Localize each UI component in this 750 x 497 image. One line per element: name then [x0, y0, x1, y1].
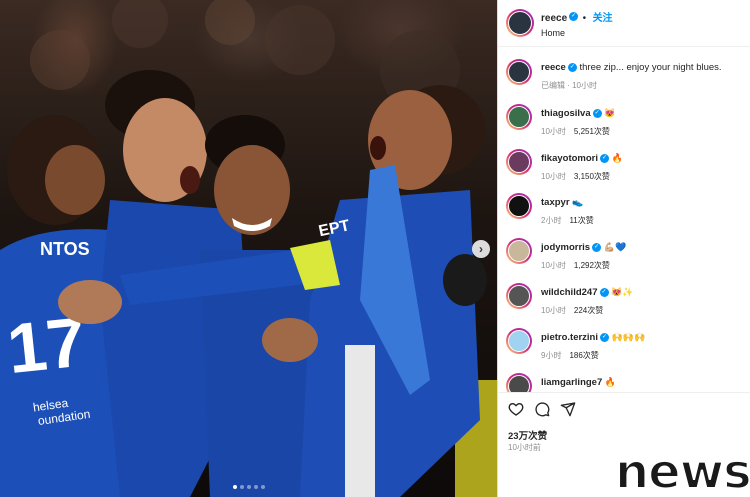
avatar-image [508, 374, 530, 392]
comment-item: taxpyr 👟 2小时 11次赞 [498, 189, 750, 234]
comment-text: 😻 [604, 107, 616, 118]
likes-count[interactable]: 23万次赞 [508, 428, 547, 442]
comment-username[interactable]: wildchild247 [541, 287, 598, 298]
comment-text: 🔥 [604, 376, 617, 387]
heart-icon[interactable] [508, 401, 524, 417]
action-bar [498, 392, 750, 424]
avatar[interactable] [506, 238, 532, 265]
post-photo[interactable]: 17 NTOS EPT helsea oundation › [0, 0, 497, 497]
follow-button[interactable]: 关注 [593, 13, 613, 24]
avatar-image [508, 195, 530, 218]
comment-username[interactable]: jodymorris [541, 242, 590, 253]
svg-text:NTOS: NTOS [40, 239, 90, 259]
comment-text: 🙌🙌🙌 [611, 331, 646, 342]
avatar[interactable] [506, 372, 532, 392]
comment-likes[interactable]: 186次赞 [569, 351, 598, 360]
post-side-panel: reece ✓ • 关注 Home reece ✓ three zip... enj… [497, 0, 750, 497]
carousel-dot[interactable] [232, 485, 237, 489]
comment-item: pietro.terzini ✓ 🙌🙌🙌 9小时 186次赞 [498, 324, 750, 369]
post-header: reece ✓ • 关注 Home [498, 0, 750, 47]
separator-dot: • [582, 13, 587, 24]
caption-meta: 已编辑 · 10小时 [541, 81, 598, 90]
avatar[interactable] [506, 9, 534, 37]
comment-time: 10小时 [541, 261, 566, 271]
comment-item: jodymorris ✓ 💪🏼💙 10小时 1,292次赞 [498, 234, 750, 279]
verified-badge-icon: ✓ [600, 153, 610, 163]
verified-badge-icon: ✓ [600, 332, 610, 342]
comment-username[interactable]: thiagosilva [541, 108, 591, 119]
verified-badge-icon: ✓ [592, 108, 602, 118]
carousel-dot[interactable] [260, 485, 265, 489]
avatar[interactable] [506, 193, 532, 220]
avatar-image [508, 329, 530, 352]
avatar[interactable] [506, 327, 532, 354]
paper-plane-icon[interactable] [560, 401, 576, 417]
comment-time: 10小时 [541, 305, 566, 315]
comment-icon[interactable] [534, 401, 550, 417]
comment-time: 10小时 [541, 171, 566, 181]
caption: reece ✓ three zip... enjoy your night blu… [498, 55, 750, 100]
comment-username[interactable]: pietro.terzini [541, 332, 598, 343]
comment-time: 10小时 [541, 126, 566, 136]
header-username[interactable]: reece [541, 13, 567, 24]
carousel-dot[interactable] [253, 485, 258, 489]
avatar-image [508, 284, 530, 307]
comment-item: liamgarlinge7 🔥 [498, 369, 750, 392]
comment-username[interactable]: liamgarlinge7 [541, 377, 602, 388]
caption-username[interactable]: reece [541, 62, 566, 73]
comment-time: 9小时 [541, 350, 562, 360]
celebrating-players-image: 17 NTOS EPT helsea oundation [0, 0, 497, 497]
news-watermark: news [614, 444, 750, 497]
verified-badge-icon: ✓ [569, 12, 579, 22]
avatar-image [508, 240, 530, 263]
comment-time: 2小时 [541, 216, 562, 226]
carousel-dot[interactable] [246, 485, 251, 489]
comment-username[interactable]: fikayotomori [541, 153, 598, 164]
carousel-dot[interactable] [239, 485, 244, 489]
comment-item: thiagosilva ✓ 😻 10小时 5,251次赞 [498, 100, 750, 145]
avatar-image [508, 105, 530, 128]
comment-username[interactable]: taxpyr [541, 197, 570, 208]
comment-text: 🔥 [611, 152, 623, 163]
avatar[interactable] [506, 282, 532, 309]
comment-text: 💪🏼💙 [603, 242, 627, 253]
verified-badge-icon: ✓ [599, 287, 609, 297]
carousel-indicator [0, 485, 497, 489]
comment-likes[interactable]: 1,292次赞 [574, 261, 610, 270]
comment-likes[interactable]: 5,251次赞 [574, 127, 610, 136]
comment-likes[interactable]: 3,150次赞 [574, 172, 610, 181]
comment-item: fikayotomori ✓ 🔥 10小时 3,150次赞 [498, 145, 750, 190]
comments-list[interactable]: reece ✓ three zip... enjoy your night blu… [498, 47, 750, 392]
verified-badge-icon: ✓ [567, 62, 577, 72]
comment-likes[interactable]: 11次赞 [569, 216, 593, 225]
avatar-image [508, 150, 530, 173]
comment-text: 😻✨ [611, 286, 634, 297]
avatar[interactable] [506, 103, 532, 130]
carousel-next-button[interactable]: › [472, 240, 490, 258]
comment-likes[interactable]: 224次赞 [574, 306, 603, 315]
verified-badge-icon: ✓ [592, 243, 602, 253]
avatar[interactable] [506, 59, 532, 85]
avatar[interactable] [506, 148, 532, 175]
caption-text: three zip... enjoy your night blues. [579, 62, 722, 73]
comment-item: wildchild247 ✓ 😻✨ 10小时 224次赞 [498, 279, 750, 324]
location-label[interactable]: Home [541, 28, 613, 38]
comment-text: 👟 [572, 197, 584, 208]
post-timestamp: 10小时前 [508, 443, 541, 452]
